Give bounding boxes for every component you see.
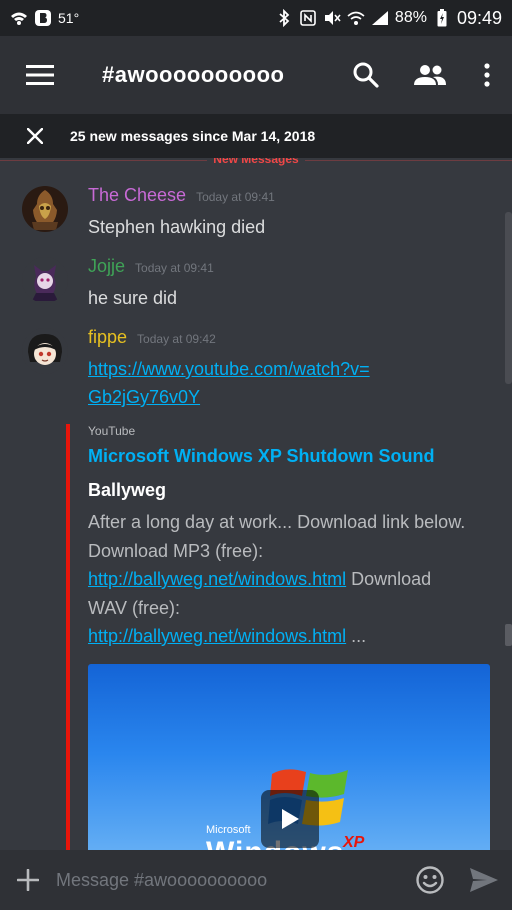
message-input[interactable] [56,860,404,900]
status-bar: 51° 88% 09:49 [0,0,512,36]
battery-icon [433,9,451,27]
emoji-button[interactable] [404,850,456,910]
attach-button[interactable] [0,850,56,910]
play-button[interactable] [261,790,319,848]
message-timestamp: Today at 09:41 [196,190,275,204]
search-icon [353,62,379,88]
members-button[interactable] [398,36,462,114]
emoji-icon [416,866,444,894]
temperature-text: 51° [58,10,80,26]
message-timestamp: Today at 09:42 [137,332,216,346]
avatar-jojje[interactable] [22,257,68,303]
youtube-link-part2[interactable]: Gb2jGy76v0Y [88,387,200,407]
clock-time: 09:49 [456,7,502,28]
video-thumbnail[interactable]: Microsoft Windows XP [88,664,490,850]
embed-desc-text: After a long day at work... Download lin… [88,512,466,532]
embed-desc-text: ... [346,626,367,646]
battery-percent: 88% [394,9,427,26]
message-link: https://www.youtube.com/watch?v= Gb2jGy7… [88,355,488,411]
plus-icon [17,869,39,891]
youtube-link-part1[interactable]: https://www.youtube.com/watch?v= [88,359,370,379]
signal-icon [371,9,389,27]
avatar-the-cheese[interactable] [22,186,68,232]
scrollbar-thumb[interactable] [505,212,512,384]
wifi-icon [347,9,365,27]
embed-desc-text: Download [346,569,432,589]
hamburger-icon [26,65,54,85]
play-icon [282,809,299,829]
embed-desc-link[interactable]: http://ballyweg.net/windows.html [88,626,346,646]
wifi-call-icon [10,9,28,27]
new-messages-divider-label: New Messages [207,158,305,166]
message-author[interactable]: The Cheese [88,185,186,206]
embed-accent-bar [66,424,70,850]
overflow-menu-button[interactable] [462,36,512,114]
embed-desc-text: WAV (free): [88,597,181,618]
message-list[interactable]: New Messages The Cheese Today at 09:41 S… [0,158,512,850]
mute-icon [323,9,341,27]
hamburger-menu-button[interactable] [0,36,80,114]
embed-desc-link[interactable]: http://ballyweg.net/windows.html [88,569,346,589]
new-messages-bar[interactable]: 25 new messages since Mar 14, 2018 [0,114,512,158]
message-author[interactable]: Jojje [88,256,125,277]
avatar-fippe[interactable] [22,328,68,374]
more-vert-icon [484,63,490,87]
embed-title[interactable]: Microsoft Windows XP Shutdown Sound [88,446,434,467]
dismiss-new-messages-button[interactable] [0,114,70,158]
embed-desc-text: Download MP3 (free): [88,540,264,561]
message-composer [0,850,512,910]
embed-author[interactable]: Ballyweg [88,480,166,501]
app-notification-icon [34,9,52,27]
embed-description: After a long day at work... Download lin… [88,508,496,651]
members-icon [414,65,446,85]
new-messages-text: 25 new messages since Mar 14, 2018 [70,128,316,144]
message-author[interactable]: fippe [88,327,127,348]
thumbnail-brand-text: Microsoft [206,824,251,836]
thumbnail-edition-text: XP [343,834,365,850]
search-button[interactable] [334,36,398,114]
link-embed: YouTube Microsoft Windows XP Shutdown So… [66,424,500,850]
scrollbar-thumb-secondary[interactable] [505,624,512,646]
close-icon [27,128,43,144]
message-timestamp: Today at 09:41 [135,261,214,275]
send-icon [470,868,498,892]
channel-title[interactable]: #awoooooooooo [80,62,334,88]
send-button[interactable] [456,850,512,910]
embed-provider[interactable]: YouTube [88,424,135,438]
message-text: Stephen hawking died [88,217,266,237]
nfc-icon [299,9,317,27]
channel-header: #awoooooooooo [0,36,512,114]
new-messages-divider: New Messages [0,158,512,166]
message-text: he sure did [88,288,178,308]
bluetooth-icon [275,9,293,27]
